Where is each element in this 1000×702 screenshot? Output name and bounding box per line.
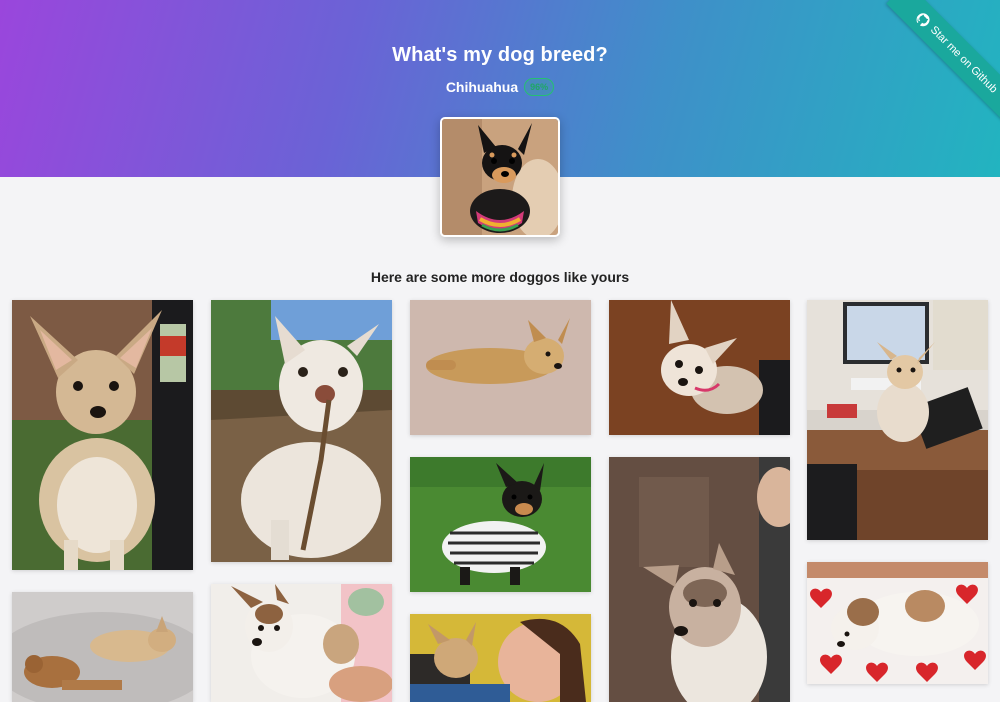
predicted-breed: Chihuahua	[445, 79, 519, 95]
gallery-heading: Here are some more doggos like yours	[370, 269, 630, 285]
chihuahua-puppy-close-up-photo[interactable]	[609, 457, 790, 702]
page-title: What's my dog breed?	[392, 44, 608, 66]
uploaded-dog-photo	[440, 117, 560, 237]
chihuahua-on-bed-with-toy-photo[interactable]	[12, 592, 193, 702]
prediction-row: Chihuahua 96%	[0, 78, 1000, 96]
chihuahua-with-woman-photo[interactable]	[410, 614, 591, 702]
chihuahua-with-stick-photo[interactable]	[211, 300, 392, 562]
chihuahua-sleeping-on-blanket-photo[interactable]	[807, 562, 988, 684]
chihuahua-looking-up-photo[interactable]	[609, 300, 790, 435]
confidence-badge: 96%	[524, 78, 555, 96]
chihuahua-standing-photo[interactable]	[12, 300, 193, 570]
chihuahua-puppy-held-photo[interactable]	[211, 584, 392, 702]
chihuahua-lying-on-carpet-photo[interactable]	[410, 300, 591, 435]
chihuahua-on-desk-photo[interactable]	[807, 300, 988, 540]
chihuahua-on-grass-in-shirt-photo[interactable]	[410, 457, 591, 592]
github-icon	[916, 12, 930, 26]
